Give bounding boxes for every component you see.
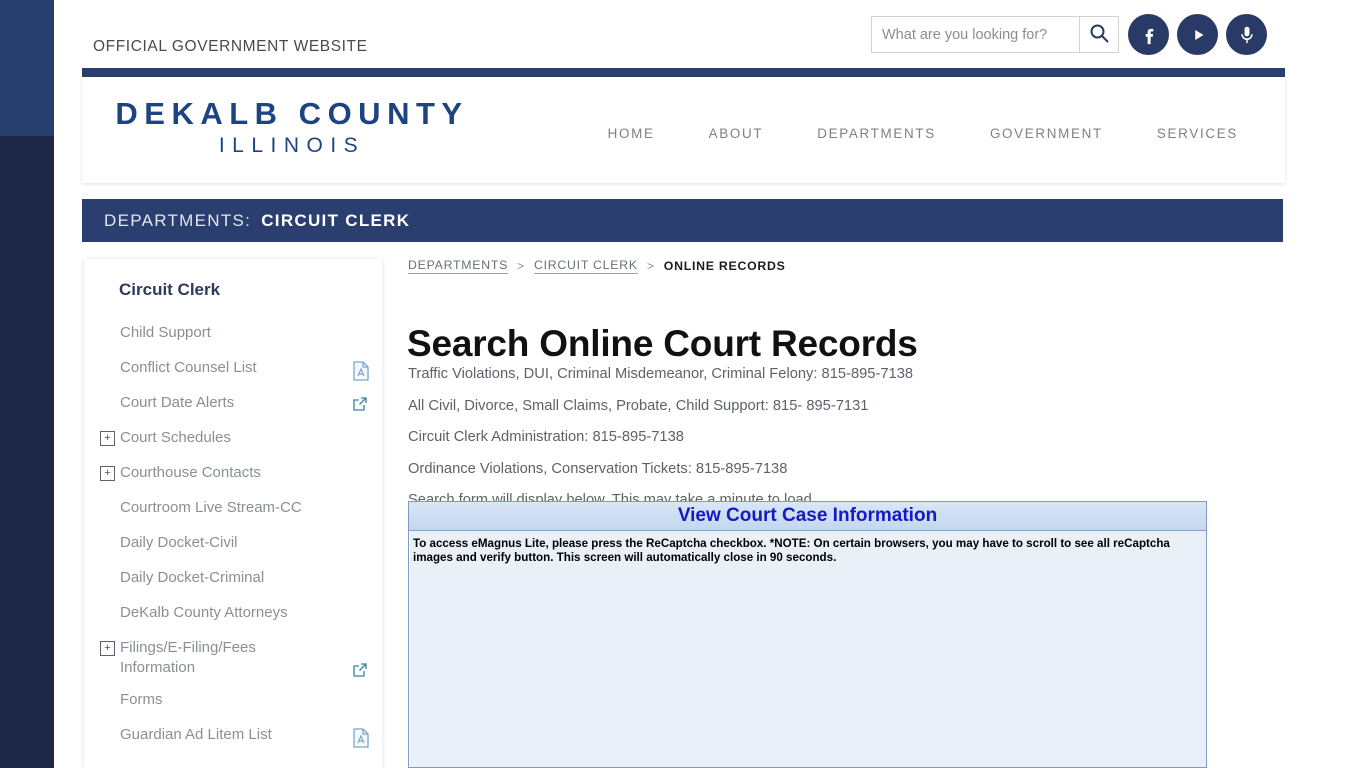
contact-line-ordinance: Ordinance Violations, Conservation Ticke… [408,460,788,477]
contact-line-traffic: Traffic Violations, DUI, Criminal Misdem… [408,366,914,382]
logo-state-name: ILLINOIS [218,134,366,157]
sidebar-item-dekalb-county-attorneys[interactable]: DeKalb County Attorneys [84,597,382,632]
search-submit-button[interactable] [1079,17,1118,52]
department-band-name: CIRCUIT CLERK [261,210,411,230]
sidebar-item-daily-docket-civil[interactable]: Daily Docket-Civil [84,527,382,562]
logo-county-name: DEKALB COUNTY [115,96,469,131]
nav-item-services[interactable]: SERVICES [1130,120,1265,147]
sidebar-item-label: DeKalb County Attorneys [120,604,288,621]
search-icon [1089,23,1109,46]
breadcrumb-departments[interactable]: DEPARTMENTS [408,258,509,274]
sidebar-item-label: Child Support [120,324,211,341]
external-link-icon[interactable] [352,396,370,414]
sidebar-item-label: Daily Docket-Criminal [120,569,265,586]
contact-info-block: Traffic Violations, DUI, Criminal Misdem… [408,362,1198,520]
court-case-panel-title: View Court Case Information [677,505,938,526]
sidebar-item-court-date-alerts[interactable]: Court Date Alerts [84,387,382,422]
site-search[interactable] [871,16,1119,53]
expand-plus-icon[interactable]: + [100,431,115,446]
youtube-icon[interactable] [1177,14,1218,55]
sidebar-item-label: Conflict Counsel List [120,359,257,376]
nav-item-home[interactable]: HOME [581,120,682,147]
nav-item-about[interactable]: ABOUT [682,120,791,147]
search-input[interactable] [872,17,1079,52]
site-logo[interactable]: DEKALB COUNTY ILLINOIS [97,95,487,159]
breadcrumb-circuit-clerk[interactable]: CIRCUIT CLERK [533,258,638,274]
facebook-icon[interactable] [1128,14,1169,55]
breadcrumb-separator-1: > [517,259,525,273]
sidebar-item-label: Court Date Alerts [120,394,235,411]
nav-item-departments[interactable]: DEPARTMENTS [790,120,963,147]
sidebar-item-label: Court Schedules [120,429,231,446]
sidebar-item-daily-docket-criminal[interactable]: Daily Docket-Criminal [84,562,382,597]
sidebar-item-forms[interactable]: Forms [84,684,382,719]
sidebar-item-child-support[interactable]: Child Support [84,317,382,352]
breadcrumb: DEPARTMENTS > CIRCUIT CLERK > ONLINE REC… [408,258,786,274]
sidebar-item-guardian-ad-litem-list[interactable]: Guardian Ad Litem List [84,719,382,754]
sidebar-menu: Child Support Conflict Counsel List Court … [84,317,382,754]
department-band: DEPARTMENTS: CIRCUIT CLERK [82,199,1283,242]
sidebar: Circuit Clerk Child Support Conflict Coun… [84,259,382,768]
sidebar-item-label: Guardian Ad Litem List [120,726,272,743]
breadcrumb-separator-2: > [646,259,655,273]
social-links [1128,14,1267,55]
sidebar-item-label: Courthouse Contacts [120,464,261,481]
sidebar-item-court-schedules[interactable]: + Court Schedules [84,422,382,457]
top-utility-bar: OFFICIAL GOVERNMENT WEBSITE [54,0,1366,68]
sidebar-item-label: Courtroom Live Stream-CC [120,499,302,516]
nav-item-government[interactable]: GOVERNMENT [963,120,1130,147]
brand-header-card: DEKALB COUNTY ILLINOIS HOME ABOUT DEPART… [82,77,1285,183]
contact-line-civil: All Civil, Divorce, Small Claims, Probat… [408,397,869,414]
court-case-panel-body[interactable]: To access eMagnus Lite, please press the… [409,531,1206,767]
sidebar-item-filings-e-filing-fees-information[interactable]: + Filings/E-Filing/Fees Information [84,632,382,684]
court-case-information-panel: View Court Case Information To access eM… [408,501,1207,768]
official-government-label: OFFICIAL GOVERNMENT WEBSITE [93,38,368,55]
page-root: OFFICIAL GOVERNMENT WEBSITE What are you… [0,0,1366,768]
external-link-icon[interactable] [352,662,370,680]
recaptcha-instructions: To access eMagnus Lite, please press the… [413,537,1170,564]
department-band-prefix: DEPARTMENTS: [104,210,252,230]
left-rail-upper [0,0,54,136]
sidebar-title: Circuit Clerk [119,280,221,299]
breadcrumb-current: ONLINE RECORDS [663,259,786,273]
header-accent-strip [82,68,1285,77]
sidebar-item-label: Forms [120,691,163,708]
sidebar-item-conflict-counsel-list[interactable]: Conflict Counsel List [84,352,382,387]
sidebar-item-courthouse-contacts[interactable]: + Courthouse Contacts [84,457,382,492]
pdf-document-icon[interactable] [352,360,370,381]
left-rail-lower [0,136,54,768]
contact-line-administration: Circuit Clerk Administration: 815-895-71… [408,429,684,445]
expand-plus-icon[interactable]: + [100,641,115,656]
sidebar-item-label: Daily Docket-Civil [120,534,238,551]
sidebar-item-label: Filings/E-Filing/Fees Information [120,639,256,676]
expand-plus-icon[interactable]: + [100,466,115,481]
court-case-panel-header: View Court Case Information [409,502,1206,531]
sidebar-item-courtroom-live-stream-cc[interactable]: Courtroom Live Stream-CC [84,492,382,527]
main-navigation: HOME ABOUT DEPARTMENTS GOVERNMENT SERVIC… [608,120,1265,147]
pdf-document-icon[interactable] [352,727,370,748]
page-title: Search Online Court Records [407,322,918,364]
podcast-microphone-icon[interactable] [1226,14,1267,55]
